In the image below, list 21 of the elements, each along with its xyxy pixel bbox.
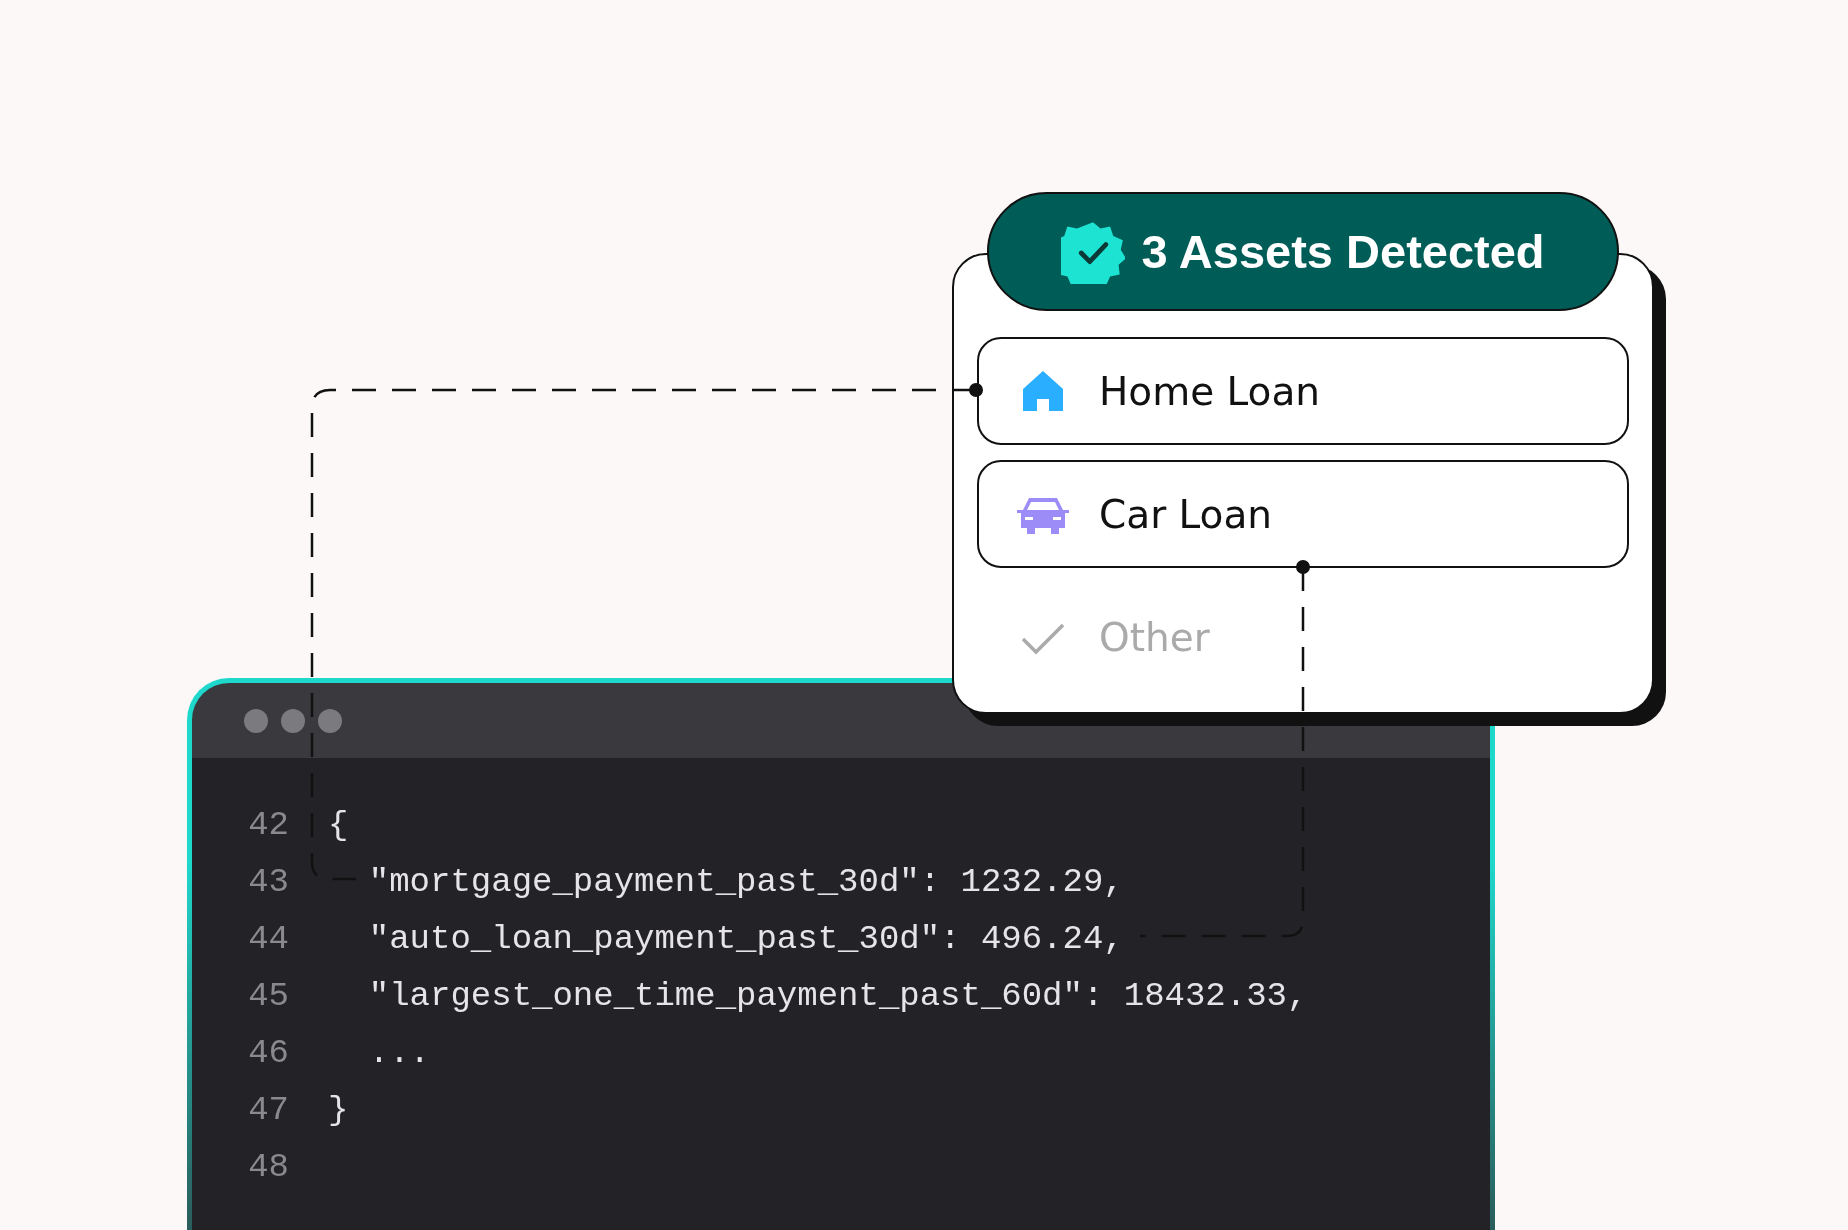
card-title: 3 Assets Detected bbox=[1141, 224, 1545, 279]
code-line: } bbox=[328, 1090, 349, 1129]
asset-label: Other bbox=[1099, 614, 1210, 660]
verified-badge-icon bbox=[1061, 219, 1126, 284]
code-line: "largest_one_time_payment_past_60d": 18432.33, bbox=[367, 976, 1308, 1015]
window-dot-icon bbox=[318, 708, 342, 733]
asset-label: Car Loan bbox=[1099, 491, 1273, 537]
line-number: 47 bbox=[247, 1090, 289, 1129]
asset-label: Home Loan bbox=[1099, 368, 1321, 414]
window-dot-icon bbox=[281, 708, 305, 733]
line-number: 42 bbox=[247, 805, 289, 844]
code-line: ... bbox=[367, 1033, 431, 1072]
line-number: 46 bbox=[247, 1033, 289, 1072]
code-line: { bbox=[328, 805, 349, 844]
line-number: 45 bbox=[247, 976, 289, 1015]
line-number: 44 bbox=[247, 919, 289, 958]
code-line: "auto_loan_payment_past_30d": 496.24, bbox=[367, 919, 1124, 958]
window-dot-icon bbox=[244, 708, 268, 733]
line-number: 43 bbox=[247, 862, 289, 901]
line-number: 48 bbox=[247, 1147, 289, 1186]
code-line: "mortgage_payment_past_30d": 1232.29, bbox=[367, 862, 1124, 901]
